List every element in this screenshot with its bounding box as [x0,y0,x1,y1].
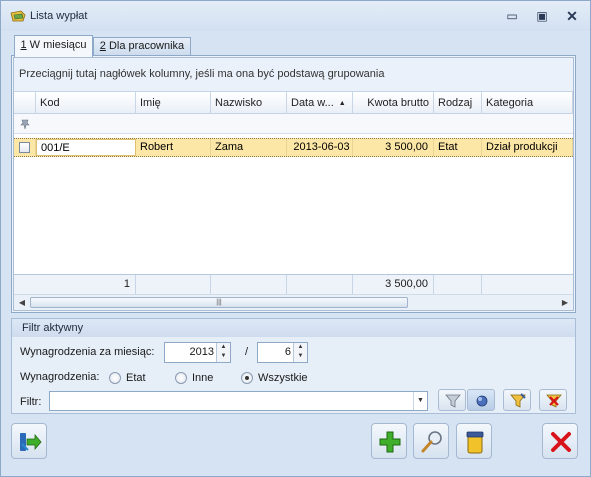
column-header-kwota[interactable]: Kwota brutto [353,92,434,114]
scroll-left-icon[interactable]: ◀ [16,297,28,309]
radio-wszystkie-label[interactable]: Wszystkie [258,372,308,384]
minimize-button[interactable]: ▭ [501,8,523,24]
auto-filter-row[interactable] [14,114,573,134]
apply-filter-button[interactable] [438,389,466,411]
column-header-imie[interactable]: Imię [136,92,211,114]
table-row[interactable]: 001/E Robert Zama 2013-06-03 3 500,00 Et… [14,138,573,157]
footer-empty [287,275,353,294]
grid-footer: 1 3 500,00 [14,274,573,294]
tab-w-miesiacu[interactable]: 1 W miesiącu [14,35,93,57]
clear-filter-button[interactable] [539,389,567,411]
column-header-nazwisko[interactable]: Nazwisko [211,92,287,114]
footer-empty [482,275,573,294]
scroll-thumb[interactable]: ||| [30,297,408,308]
horizontal-scrollbar[interactable]: ◀ ||| ▶ [14,294,573,310]
sort-ascending-icon: ▲ [338,100,346,107]
pin-icon[interactable] [19,118,31,130]
radio-inne[interactable] [175,372,187,384]
month-stepper[interactable]: 6 ▲ ▼ [257,342,308,363]
close-window-button[interactable]: ✕ [561,8,583,24]
grid-header: Kod Imię Nazwisko Data w... ▲ Kwota brutt… [14,92,573,114]
scroll-right-icon[interactable]: ▶ [559,297,571,309]
tab-dla-pracownika[interactable]: 2 Dla pracownika [93,37,191,55]
export-icon [20,433,42,451]
active-filter-group: Filtr aktywny Wynagrodzenia za miesiąc: … [11,318,576,414]
footer-empty [434,275,482,294]
column-header-kod[interactable]: Kod [36,92,136,114]
cell-kod[interactable]: 001/E [36,139,136,156]
window-title: Lista wypłat [30,10,88,22]
filter-label: Filtr: [20,396,42,408]
radio-etat[interactable] [109,372,121,384]
group-by-area[interactable]: Przeciągnij tutaj nagłówek kolumny, jeśl… [14,58,573,92]
cell-rodzaj[interactable]: Etat [434,139,482,156]
year-stepper[interactable]: 2013 ▲ ▼ [164,342,231,363]
title-bar[interactable]: Lista wypłat ▭ ▣ ✕ [1,1,590,31]
radio-wszystkie[interactable] [241,372,253,384]
edit-button[interactable] [413,423,449,459]
close-button[interactable] [542,423,578,459]
cell-kategoria[interactable]: Dział produkcji [482,139,573,156]
footer-count: 1 [14,275,136,294]
date-separator: / [245,346,249,358]
cell-kwota[interactable]: 3 500,00 [353,139,434,156]
chevron-down-icon[interactable]: ▼ [413,392,427,410]
footer-empty [211,275,287,294]
row-checkbox[interactable] [19,142,30,153]
red-x-icon [551,432,571,452]
plus-icon [379,431,401,453]
filter-mode-button[interactable] [467,389,495,411]
footer-empty [136,275,211,294]
radio-etat-label[interactable]: Etat [126,372,146,384]
add-button[interactable] [371,423,407,459]
tab-label: W miesiącu [26,39,87,51]
edit-filter-button[interactable] [503,389,531,411]
funnel-edit-icon [510,393,526,408]
tab-label: Dla pracownika [105,40,185,52]
salary-type-label: Wynagrodzenia: [20,371,100,383]
row-checkbox-cell[interactable] [14,139,36,156]
column-header-data[interactable]: Data w... ▲ [287,92,353,114]
maximize-button[interactable]: ▣ [531,8,553,24]
payroll-grid: Przeciągnij tutaj nagłówek kolumny, jeśl… [13,57,574,311]
year-value[interactable]: 2013 [190,346,214,358]
column-header-rodzaj[interactable]: Rodzaj [434,92,482,114]
cell-nazwisko[interactable]: Zama [211,139,287,156]
filter-mode-icon [476,395,488,407]
year-spin-buttons[interactable]: ▲ ▼ [216,343,230,362]
footer-sum: 3 500,00 [353,275,434,294]
delete-button[interactable] [456,423,492,459]
magnifier-icon [421,431,442,453]
payroll-list-window: Lista wypłat ▭ ▣ ✕ 1 W miesiącu 2 Dla pr… [0,0,591,477]
trash-icon [466,431,484,454]
month-label: Wynagrodzenia za miesiąc: [20,346,155,358]
cell-imie[interactable]: Robert [136,139,211,156]
month-spin-buttons[interactable]: ▲ ▼ [293,343,307,362]
month-value[interactable]: 6 [285,346,291,358]
column-header-kategoria[interactable]: Kategoria [482,92,573,114]
funnel-icon [445,394,461,408]
filter-combobox[interactable]: ▼ [49,391,428,411]
export-button[interactable] [11,423,47,459]
cell-data[interactable]: 2013-06-03 [287,139,353,156]
wallet-icon [10,10,26,22]
column-header-data-label: Data w... [291,97,334,109]
header-indicator [14,92,36,114]
group-hint: Przeciągnij tutaj nagłówek kolumny, jeśl… [19,68,385,80]
tab-panel: Przeciągnij tutaj nagłówek kolumny, jeśl… [11,55,576,313]
radio-inne-label[interactable]: Inne [192,372,213,384]
funnel-clear-icon [546,394,562,408]
filter-group-title: Filtr aktywny [12,319,575,337]
